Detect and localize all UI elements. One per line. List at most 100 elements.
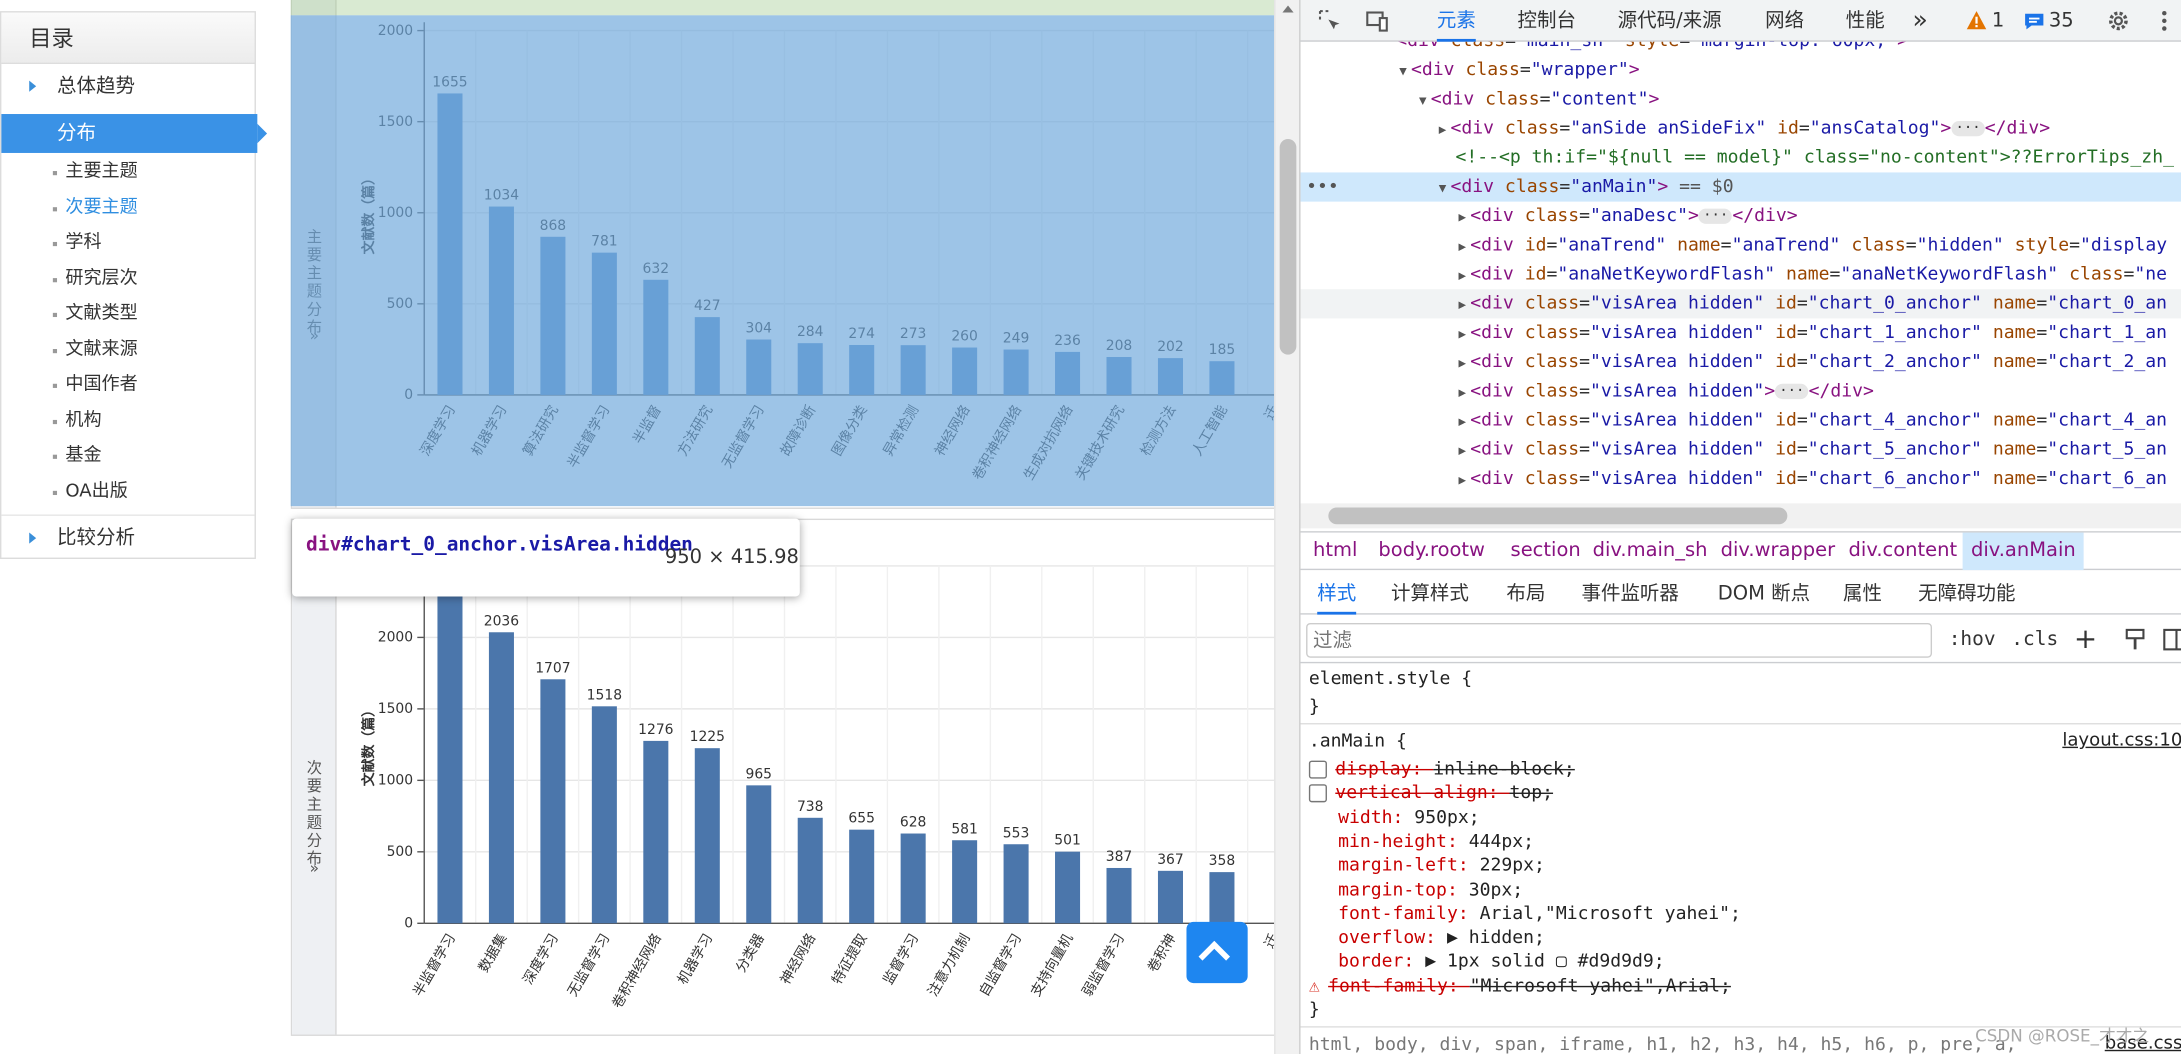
device-toggle-icon[interactable] <box>1365 8 1390 33</box>
bar[interactable] <box>849 829 875 924</box>
kebab-menu-icon[interactable] <box>2152 8 2177 33</box>
anmain-rule-selector[interactable]: .anMain { <box>1309 730 1407 754</box>
bar[interactable] <box>900 345 926 395</box>
dom-node[interactable]: ▶ <div class="visArea hidden" id="chart_0… <box>1300 289 2181 319</box>
bar[interactable] <box>1055 351 1081 395</box>
sub-item-doc-source[interactable]: 文献来源 <box>1 332 254 367</box>
back-to-top-button[interactable] <box>1186 921 1248 984</box>
style-declaration[interactable]: overflow: ▶ hidden; <box>1309 926 1545 950</box>
catalog-item-distribution[interactable]: 分布 <box>1 114 268 153</box>
sub-item-doc-type[interactable]: 文献类型 <box>1 296 254 331</box>
bar[interactable] <box>797 343 823 395</box>
sub-item-secondary-topic[interactable]: 次要主题 <box>1 190 254 225</box>
tab-network[interactable]: 网络 <box>1765 0 1804 42</box>
subtab-styles[interactable]: 样式 <box>1317 573 1357 615</box>
dom-node[interactable]: ▼ <div class="content"> <box>1301 85 2181 114</box>
bar[interactable] <box>952 347 978 395</box>
catalog-item-trend[interactable]: 总体趋势 <box>1 64 254 108</box>
hov-toggle[interactable]: :hov <box>1949 629 1996 651</box>
sub-item-institution[interactable]: 机构 <box>1 403 254 438</box>
dom-node[interactable]: ▶ <div class="visArea hidden" id="chart_6… <box>1301 464 2181 493</box>
bar[interactable] <box>488 206 514 395</box>
gear-icon[interactable] <box>2106 8 2131 33</box>
breadcrumb-item[interactable]: div.wrapper <box>1712 533 1843 571</box>
breadcrumb-item-active[interactable]: div.anMain <box>1962 532 2085 571</box>
breadcrumb-item[interactable]: body.rootw <box>1370 533 1493 571</box>
bar[interactable] <box>591 252 617 395</box>
page-scrollbar[interactable] <box>1274 0 1300 1054</box>
styles-filter-input[interactable] <box>1306 622 1933 658</box>
sub-item-research-level[interactable]: 研究层次 <box>1 261 254 296</box>
bar[interactable] <box>952 840 978 924</box>
paint-icon[interactable] <box>2124 628 2146 651</box>
anmain-rule-source[interactable]: layout.css:10 <box>2062 730 2181 751</box>
subtab-layout[interactable]: 布局 <box>1506 573 1545 615</box>
sub-item-subject[interactable]: 学科 <box>1 225 254 260</box>
element-style-rule[interactable]: element.style { <box>1309 667 1472 691</box>
bar[interactable] <box>488 632 514 924</box>
bar[interactable] <box>1106 867 1132 924</box>
bar[interactable] <box>643 279 669 395</box>
bar[interactable] <box>900 833 926 924</box>
bar[interactable] <box>694 748 720 924</box>
sub-item-chinese-author[interactable]: 中国作者 <box>1 367 254 402</box>
dom-node[interactable]: ▶ <div class="visArea hidden"> ··· </div> <box>1301 377 2181 406</box>
sub-item-fund[interactable]: 基金 <box>1 438 254 473</box>
tab-performance[interactable]: 性能 <box>1846 0 1885 42</box>
bar[interactable] <box>540 679 566 924</box>
dom-node[interactable]: ▶ <div class="anSide anSideFix" id="ansCa… <box>1301 114 2181 143</box>
bar[interactable] <box>437 93 463 395</box>
style-declaration[interactable]: ⚠ font-family: "Microsoft yahei",Arial; <box>1309 974 1731 998</box>
style-declaration[interactable]: margin-left: 229px; <box>1309 854 1545 878</box>
tab-sources[interactable]: 源代码/来源 <box>1618 0 1722 42</box>
breadcrumb-item[interactable]: section <box>1502 533 1589 571</box>
warning-count[interactable]: 1 <box>1992 0 2004 42</box>
style-declaration[interactable]: margin-top: 30px; <box>1309 878 1523 902</box>
bar[interactable] <box>643 740 669 924</box>
breadcrumb-item[interactable]: div.content <box>1840 533 1965 571</box>
breadcrumb-item[interactable]: html <box>1305 533 1366 571</box>
style-declaration[interactable]: vertical-align: top; <box>1308 782 1553 806</box>
tab-console[interactable]: 控制台 <box>1518 0 1576 42</box>
bar[interactable] <box>746 339 772 395</box>
subtab-accessibility[interactable]: 无障碍功能 <box>1918 573 2015 615</box>
dom-node[interactable]: ▶ <div id="anaTrend" name="anaTrend" clas… <box>1301 231 2181 260</box>
dom-node[interactable]: ▶ <div class="visArea hidden" id="chart_2… <box>1301 348 2181 377</box>
bar[interactable] <box>437 565 463 924</box>
bar[interactable] <box>1209 872 1235 924</box>
dom-node[interactable]: ▶ <div class="visArea hidden" id="chart_4… <box>1301 406 2181 435</box>
dom-node[interactable]: ▶ <div class="anaDesc"> ··· </div> <box>1301 202 2181 231</box>
scroll-up-icon[interactable] <box>1282 5 1294 13</box>
dom-node[interactable]: ▼ <div class="wrapper"> <box>1301 56 2181 85</box>
subtab-properties[interactable]: 属性 <box>1843 573 1882 615</box>
dom-node[interactable]: <div class="main_sh" style="margin-top: … <box>1301 42 2181 56</box>
warning-icon[interactable] <box>1965 10 1987 32</box>
message-count[interactable]: 35 <box>2049 0 2074 42</box>
style-declaration[interactable]: font-family: Arial,"Microsoft yahei"; <box>1309 902 1741 926</box>
dom-scroll-thumb[interactable] <box>1328 507 1788 525</box>
style-declaration[interactable]: display: inline-block; <box>1308 758 1575 782</box>
dom-node[interactable]: ▶ <div id="anaNetKeywordFlash" name="anaN… <box>1301 260 2181 289</box>
dom-node[interactable]: ▶ <div class="visArea hidden" id="chart_1… <box>1301 318 2181 347</box>
bar[interactable] <box>540 236 566 395</box>
bar[interactable] <box>797 817 823 924</box>
bar[interactable] <box>694 317 720 395</box>
subtab-computed[interactable]: 计算样式 <box>1391 573 1469 615</box>
bar[interactable] <box>591 706 617 924</box>
bar[interactable] <box>746 785 772 924</box>
breadcrumb-item[interactable]: div.main_sh <box>1584 533 1716 571</box>
declaration-checkbox[interactable] <box>1308 784 1327 803</box>
cls-toggle[interactable]: .cls <box>2011 629 2058 651</box>
dom-horizontal-scrollbar[interactable] <box>1300 503 2181 529</box>
bar[interactable] <box>1106 357 1132 395</box>
subtab-dom-breakpoints[interactable]: DOM 断点 <box>1718 573 1810 615</box>
bar[interactable] <box>849 344 875 395</box>
bar[interactable] <box>1157 358 1183 395</box>
side-tab-main-topic[interactable]: 主要主题分布 » <box>292 0 337 508</box>
message-icon[interactable] <box>2024 11 2045 32</box>
bar[interactable] <box>1157 870 1183 924</box>
bar[interactable] <box>1055 851 1081 924</box>
bar[interactable] <box>1003 844 1029 924</box>
style-declaration[interactable]: border: ▶ 1px solid ▢ #d9d9d9; <box>1309 950 1665 974</box>
style-declaration[interactable]: min-height: 444px; <box>1309 830 1534 854</box>
